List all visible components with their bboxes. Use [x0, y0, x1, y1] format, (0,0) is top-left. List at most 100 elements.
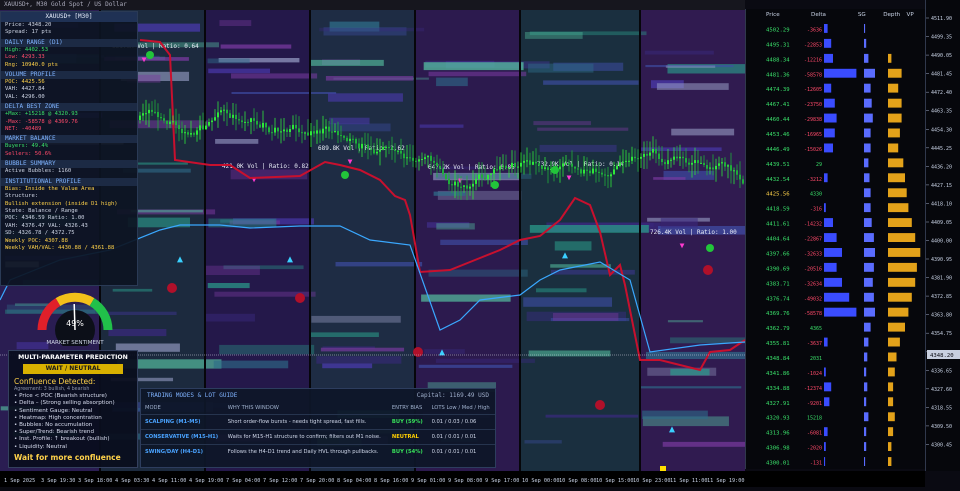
dom-row: 4390.69 -20516	[766, 262, 917, 272]
candle-body	[616, 165, 618, 170]
dom-col-depth: Depth	[883, 12, 901, 18]
candle-body	[430, 155, 432, 161]
candle-body	[157, 112, 159, 118]
candle-body	[667, 160, 669, 165]
candle-body	[523, 160, 525, 163]
candle-body	[670, 159, 672, 161]
heatmap-band	[215, 139, 259, 144]
dom-price: 4439.51	[766, 162, 790, 168]
lots-cell: 0.01 / 0.03 / 0.06	[427, 414, 495, 430]
candle-body	[457, 181, 459, 187]
candle-body	[646, 153, 648, 156]
candle-body	[691, 162, 693, 165]
panel-header: XAUUSD+ [M30]	[1, 12, 137, 22]
weekly-va-label: Weekly VAH/VAL: 4430.88 / 4361.88	[5, 244, 115, 251]
candle-body	[481, 174, 483, 178]
delta-bubble	[413, 347, 423, 357]
val-label: VAL: 4296.00	[5, 93, 45, 100]
delta-bubble	[551, 166, 559, 174]
candle-body	[265, 122, 267, 128]
candle-body	[283, 129, 285, 132]
heatmap-band	[329, 123, 391, 132]
candle-body	[316, 130, 318, 134]
heatmap-band	[213, 360, 289, 369]
candle-body	[376, 151, 378, 154]
time-tick-label: 11 Sep 11:00	[670, 478, 707, 484]
depth-bar	[864, 98, 872, 108]
candle-body	[496, 169, 498, 171]
candle-body	[688, 162, 690, 165]
candle-body	[355, 139, 357, 144]
dom-row: 4460.44 -29838	[766, 113, 902, 123]
dom-price: 4300.01	[766, 461, 790, 467]
delta-bubble	[491, 181, 499, 189]
dom-col-vp: VP	[906, 12, 914, 18]
candle-body	[391, 147, 393, 150]
sg-bar	[824, 38, 832, 48]
delta-bubble	[167, 283, 177, 293]
candle-body	[466, 185, 468, 189]
candle-body	[568, 163, 570, 165]
heatmap-band	[528, 350, 611, 357]
price-tick-label: 4436.20	[931, 164, 952, 170]
price-tag: 4348.20	[930, 353, 954, 359]
vah-label: VAH: 4427.84	[5, 86, 45, 93]
weekly-poc-label: Weekly POC: 4307.88	[5, 237, 68, 244]
heatmap-band	[328, 93, 403, 102]
dom-price: 4320.93	[766, 416, 790, 422]
time-tick-label: 8 Sep 04:00	[337, 478, 371, 484]
candle-body	[697, 160, 699, 164]
candle-body	[271, 132, 273, 134]
heatmap-band	[645, 351, 749, 359]
heatmap-band	[653, 177, 686, 180]
depth-bar	[864, 143, 871, 153]
dom-row: 4411.61 -14232	[766, 218, 912, 228]
heatmap-band	[428, 71, 527, 77]
candle-body	[469, 186, 471, 189]
heatmap-band	[205, 313, 255, 322]
candle-body	[460, 186, 462, 188]
prediction-status: WAIT / NEUTRAL	[23, 364, 123, 374]
vp-bar	[888, 412, 895, 422]
dom-delta: -1024	[807, 371, 822, 377]
candle-body	[385, 146, 387, 148]
depth-bar	[864, 218, 872, 227]
candle-body	[733, 170, 735, 172]
candle-body	[580, 169, 582, 174]
dom-row: 4439.51 29	[766, 158, 904, 168]
heatmap-band	[319, 27, 425, 32]
dom-row: 4383.71 -32634	[766, 277, 916, 287]
candle-body	[535, 161, 537, 164]
candle-body	[220, 110, 222, 113]
dom-row: 4425.56 4330	[766, 188, 907, 198]
structure-label: Structure:	[5, 193, 39, 200]
dom-price: 4481.36	[766, 72, 790, 78]
dom-delta: -3636	[807, 28, 822, 34]
dom-header: Price Delta SG Depth VP	[746, 9, 926, 21]
heatmap-band	[205, 265, 260, 275]
heatmap-band	[322, 363, 373, 369]
sg-bar	[824, 277, 842, 287]
heatmap-band	[419, 124, 464, 128]
dom-delta: -12216	[804, 57, 822, 63]
depth-bar	[864, 233, 874, 242]
price-tick-label: 4336.65	[931, 368, 952, 374]
col-bias: ENTRY BIAS	[391, 405, 423, 411]
candle-body	[235, 114, 237, 120]
guide-row: SWING/DAY (H4-D1) Follows the H4-D1 trend…	[141, 444, 495, 459]
depth-bar	[864, 83, 871, 93]
dom-row: 4467.41 -23750	[766, 98, 902, 108]
candle-body	[592, 168, 594, 174]
delta-bubble	[706, 244, 714, 252]
candle-body	[703, 162, 705, 165]
time-tick-label: 3 Sep 18:00	[78, 478, 112, 484]
heatmap-band	[533, 121, 591, 126]
bias-cell: BUY (59%)	[387, 414, 428, 430]
price-tick-label: 4390.95	[931, 257, 952, 263]
structure-detail: Bullish extension (inside D1 high)	[5, 200, 118, 207]
dom-row: 4334.88 -12374	[766, 382, 894, 392]
time-tick-label: 1 Sep 2025	[4, 478, 35, 484]
profile-header: VOLUME PROFILE	[1, 71, 137, 80]
dom-row: 4502.29 -3636	[766, 24, 866, 34]
vp-bar	[888, 218, 912, 227]
